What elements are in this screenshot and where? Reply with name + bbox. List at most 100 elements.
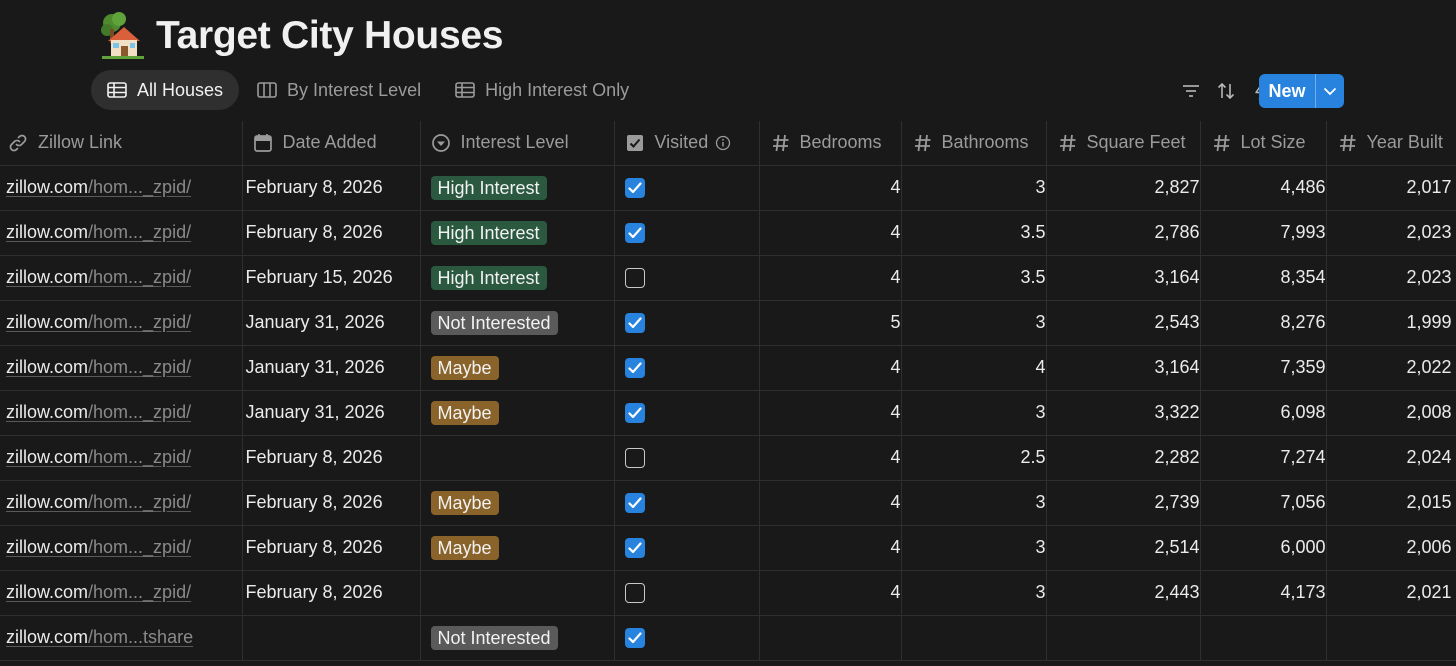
table-row[interactable]: zillow.com/hom..._zpid/January 31, 2026 M… <box>0 389 1456 436</box>
interest-level-cell[interactable]: Maybe <box>419 389 615 436</box>
table-row[interactable]: zillow.com/hom..._zpid/February 8, 2026 M… <box>0 479 1456 526</box>
column-header-square-feet[interactable]: Square Feet <box>1045 121 1201 166</box>
visited-checkbox[interactable] <box>624 582 645 603</box>
square-feet-cell[interactable] <box>1045 614 1201 661</box>
year-built-cell[interactable]: 2,006 <box>1325 524 1456 571</box>
link-path[interactable]: /hom..._zpid/ <box>88 177 191 197</box>
zillow-link-cell[interactable]: zillow.com/hom...tshare <box>0 614 243 661</box>
zillow-link-cell[interactable]: zillow.com/hom..._zpid/ <box>0 344 243 391</box>
interest-level-cell[interactable]: Not Interested <box>419 614 615 661</box>
date-added-cell[interactable] <box>241 614 421 661</box>
date-added-cell[interactable]: February 8, 2026 <box>241 524 421 571</box>
column-header-lot-size[interactable]: Lot Size <box>1199 121 1327 166</box>
column-header-bathrooms[interactable]: Bathrooms <box>900 121 1047 166</box>
table-row[interactable]: zillow.com/hom..._zpid/February 15, 2026… <box>0 254 1456 301</box>
square-feet-cell[interactable]: 2,786 <box>1045 209 1201 256</box>
lot-size-cell[interactable]: 7,056 <box>1199 479 1327 526</box>
date-added-cell[interactable]: February 8, 2026 <box>241 569 421 616</box>
year-built-cell[interactable]: 1,999 <box>1325 299 1456 346</box>
tab-by-interest-level[interactable]: By Interest Level <box>241 70 437 110</box>
year-built-cell[interactable]: 2,023 <box>1325 209 1456 256</box>
year-built-cell[interactable]: 2,015 <box>1325 479 1456 526</box>
year-built-cell[interactable]: 2,017 <box>1325 164 1456 211</box>
bedrooms-cell[interactable]: 4 <box>758 164 902 211</box>
lot-size-cell[interactable]: 7,274 <box>1199 434 1327 481</box>
lot-size-cell[interactable]: 7,993 <box>1199 209 1327 256</box>
square-feet-cell[interactable]: 3,322 <box>1045 389 1201 436</box>
bathrooms-cell[interactable]: 3.5 <box>900 209 1047 256</box>
link-domain[interactable]: zillow.com <box>6 402 88 422</box>
visited-cell[interactable] <box>613 209 760 256</box>
visited-cell[interactable] <box>613 299 760 346</box>
year-built-cell[interactable]: 2,023 <box>1325 254 1456 301</box>
zillow-link-cell[interactable]: zillow.com/hom..._zpid/ <box>0 524 243 571</box>
date-added-cell[interactable]: February 15, 2026 <box>241 254 421 301</box>
lot-size-cell[interactable]: 4,486 <box>1199 164 1327 211</box>
bathrooms-cell[interactable]: 3.5 <box>900 254 1047 301</box>
bathrooms-cell[interactable]: 3 <box>900 389 1047 436</box>
bedrooms-cell[interactable]: 4 <box>758 209 902 256</box>
link-path[interactable]: /hom..._zpid/ <box>88 312 191 332</box>
bedrooms-cell[interactable]: 4 <box>758 254 902 301</box>
zillow-link-cell[interactable]: zillow.com/hom..._zpid/ <box>0 389 243 436</box>
interest-level-cell[interactable] <box>419 569 615 616</box>
zillow-link-cell[interactable]: zillow.com/hom..._zpid/ <box>0 299 243 346</box>
table-row[interactable]: zillow.com/hom..._zpid/February 8, 2026 4… <box>0 434 1456 481</box>
visited-cell[interactable] <box>613 524 760 571</box>
chevron-down-icon[interactable] <box>1316 74 1344 108</box>
date-added-cell[interactable]: January 31, 2026 <box>241 299 421 346</box>
visited-checkbox[interactable] <box>624 402 645 423</box>
square-feet-cell[interactable]: 2,443 <box>1045 569 1201 616</box>
lot-size-cell[interactable]: 8,276 <box>1199 299 1327 346</box>
sort-icon[interactable] <box>1213 78 1239 104</box>
visited-cell[interactable] <box>613 254 760 301</box>
visited-cell[interactable] <box>613 569 760 616</box>
bathrooms-cell[interactable]: 4 <box>900 344 1047 391</box>
link-path[interactable]: /hom..._zpid/ <box>88 402 191 422</box>
visited-checkbox[interactable] <box>624 447 645 468</box>
zillow-link-cell[interactable]: zillow.com/hom..._zpid/ <box>0 479 243 526</box>
table-row[interactable]: zillow.com/hom..._zpid/February 8, 2026 4… <box>0 569 1456 616</box>
bathrooms-cell[interactable]: 3 <box>900 524 1047 571</box>
date-added-cell[interactable]: February 8, 2026 <box>241 164 421 211</box>
date-added-cell[interactable]: January 31, 2026 <box>241 389 421 436</box>
lot-size-cell[interactable]: 6,000 <box>1199 524 1327 571</box>
year-built-cell[interactable]: 2,024 <box>1325 434 1456 481</box>
square-feet-cell[interactable]: 2,739 <box>1045 479 1201 526</box>
bedrooms-cell[interactable]: 4 <box>758 344 902 391</box>
visited-checkbox[interactable] <box>624 492 645 513</box>
column-header-zillow-link[interactable]: Zillow Link <box>0 121 243 166</box>
date-added-cell[interactable]: February 8, 2026 <box>241 434 421 481</box>
bathrooms-cell[interactable]: 3 <box>900 299 1047 346</box>
column-header-visited[interactable]: Visited <box>613 121 760 166</box>
tab-high-interest-only[interactable]: High Interest Only <box>439 70 645 110</box>
bedrooms-cell[interactable]: 4 <box>758 389 902 436</box>
square-feet-cell[interactable]: 3,164 <box>1045 254 1201 301</box>
square-feet-cell[interactable]: 2,282 <box>1045 434 1201 481</box>
interest-level-cell[interactable]: Maybe <box>419 524 615 571</box>
year-built-cell[interactable] <box>1325 614 1456 661</box>
visited-checkbox[interactable] <box>624 312 645 333</box>
year-built-cell[interactable]: 2,021 <box>1325 569 1456 616</box>
table-row[interactable]: zillow.com/hom..._zpid/January 31, 2026 M… <box>0 344 1456 391</box>
bedrooms-cell[interactable] <box>758 614 902 661</box>
link-path[interactable]: /hom..._zpid/ <box>88 447 191 467</box>
interest-level-cell[interactable]: Maybe <box>419 479 615 526</box>
year-built-cell[interactable]: 2,022 <box>1325 344 1456 391</box>
year-built-cell[interactable]: 2,008 <box>1325 389 1456 436</box>
square-feet-cell[interactable]: 2,827 <box>1045 164 1201 211</box>
bathrooms-cell[interactable]: 3 <box>900 479 1047 526</box>
bedrooms-cell[interactable]: 4 <box>758 569 902 616</box>
zillow-link-cell[interactable]: zillow.com/hom..._zpid/ <box>0 209 243 256</box>
filter-icon[interactable] <box>1178 78 1204 104</box>
bedrooms-cell[interactable]: 5 <box>758 299 902 346</box>
bedrooms-cell[interactable]: 4 <box>758 524 902 571</box>
info-icon[interactable] <box>715 135 731 151</box>
visited-checkbox[interactable] <box>624 537 645 558</box>
visited-checkbox[interactable] <box>624 177 645 198</box>
bathrooms-cell[interactable]: 2.5 <box>900 434 1047 481</box>
link-domain[interactable]: zillow.com <box>6 267 88 287</box>
link-domain[interactable]: zillow.com <box>6 357 88 377</box>
lot-size-cell[interactable]: 8,354 <box>1199 254 1327 301</box>
square-feet-cell[interactable]: 2,514 <box>1045 524 1201 571</box>
